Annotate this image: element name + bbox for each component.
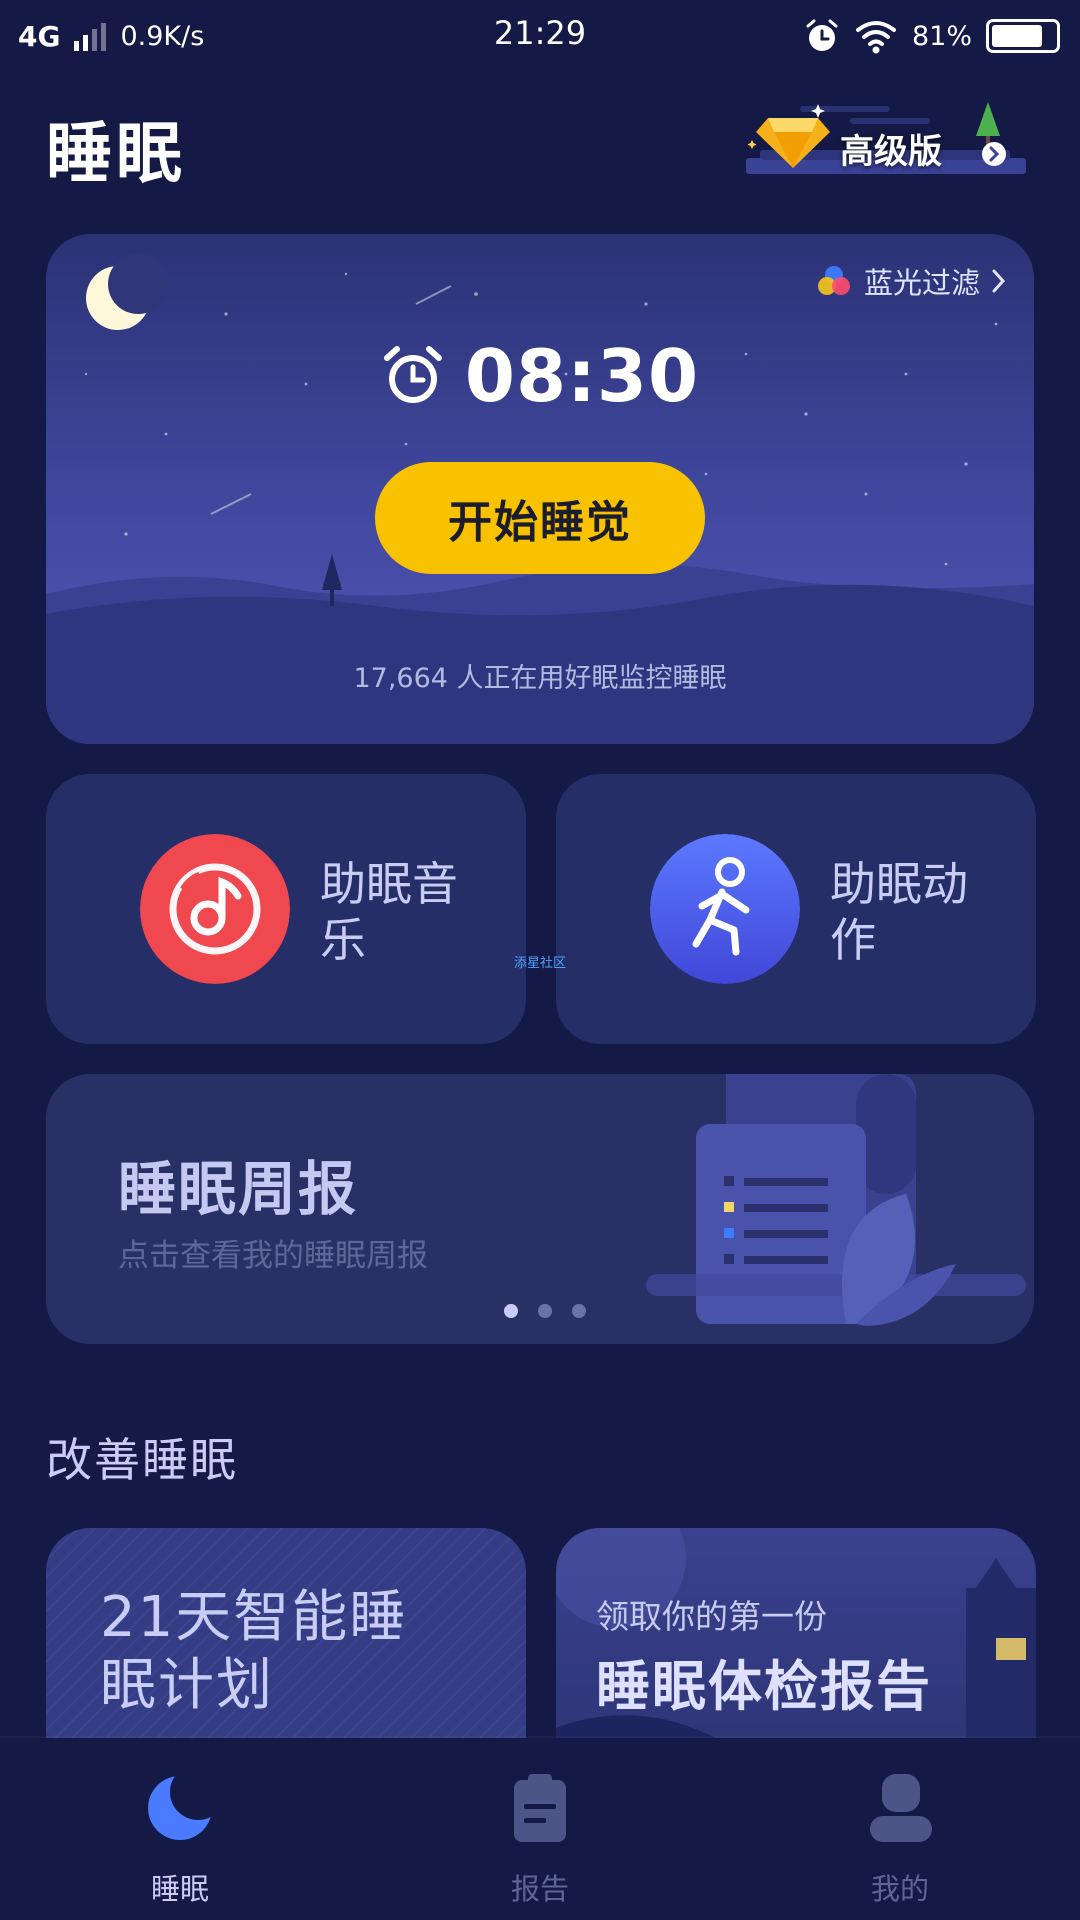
clipboard-icon xyxy=(514,1774,566,1842)
carousel-dot xyxy=(572,1304,586,1318)
sleep-app-screen: 4G 0.9K/s 21:29 81% 睡眠 高级版 蓝光过滤 08:30 开始… xyxy=(0,0,1080,1920)
improve-sleep-heading: 改善睡眠 xyxy=(46,1433,238,1487)
status-bar: 4G 0.9K/s 21:29 81% xyxy=(0,0,1080,70)
sleep-exam-subtitle: 领取你的第一份 xyxy=(596,1597,827,1636)
report-document-illustration xyxy=(646,1074,1026,1326)
weekly-report-subtitle: 点击查看我的睡眠周报 xyxy=(118,1238,428,1274)
premium-button[interactable]: 高级版 xyxy=(740,96,1030,182)
moon-icon xyxy=(148,1768,220,1840)
sleep-exercise-tile[interactable]: 助眠动作 xyxy=(556,774,1036,1044)
active-users-text: 17,664 人正在用好眠监控睡眠 xyxy=(353,663,727,694)
premium-label: 高级版 xyxy=(840,132,942,172)
sleep-exam-title: 睡眠体检报告 xyxy=(596,1655,932,1718)
sleep-plan-title: 21天智能睡眠计划 xyxy=(100,1585,408,1718)
nav-tab-profile[interactable]: 我的 xyxy=(720,1738,1080,1920)
moon-illustration-icon xyxy=(86,254,168,330)
nav-tab-report[interactable]: 报告 xyxy=(360,1738,720,1920)
nav-tab-sleep[interactable]: 睡眠 xyxy=(0,1738,360,1920)
nav-tab-sleep-label: 睡眠 xyxy=(150,1872,209,1906)
nav-tab-report-label: 报告 xyxy=(510,1872,569,1906)
sleep-music-label: 助眠音乐 xyxy=(320,857,458,967)
sleep-music-tile[interactable]: 助眠音乐 xyxy=(46,774,526,1044)
user-icon xyxy=(870,1774,932,1842)
sleep-exercise-label: 助眠动作 xyxy=(830,857,968,967)
page-title: 睡眠 xyxy=(46,115,186,192)
alarm-time: 08:30 xyxy=(464,334,700,418)
music-note-icon xyxy=(140,834,290,984)
wifi-icon xyxy=(855,21,896,54)
battery-icon xyxy=(986,19,1060,53)
sleep-card: 蓝光过滤 08:30 开始睡觉 17,664 人正在用好眠监控睡眠 xyxy=(46,234,1034,744)
watermark-text: 添星社区 xyxy=(514,956,567,971)
battery-percent: 81% xyxy=(911,20,972,52)
start-sleep-button[interactable]: 开始睡觉 xyxy=(375,462,705,574)
bottom-nav: 睡眠 报告 我的 xyxy=(0,1738,1080,1920)
carousel-dot xyxy=(538,1304,552,1318)
chevron-right-icon xyxy=(992,269,1006,293)
blue-light-filter-link[interactable]: 蓝光过滤 xyxy=(814,260,1008,302)
carousel-dot-active xyxy=(504,1304,518,1318)
status-right: 81% xyxy=(804,14,1060,58)
weekly-report-banner[interactable]: 睡眠周报 点击查看我的睡眠周报 xyxy=(46,1074,1034,1344)
running-figure-icon xyxy=(650,834,800,984)
carousel-indicator xyxy=(504,1304,586,1318)
alarm-setting[interactable]: 08:30 xyxy=(46,334,1034,418)
nav-tab-profile-label: 我的 xyxy=(870,1872,929,1906)
alarm-status-icon xyxy=(806,19,838,51)
blue-light-filter-label: 蓝光过滤 xyxy=(863,266,980,300)
alarm-clock-icon xyxy=(383,346,442,403)
weekly-report-title: 睡眠周报 xyxy=(118,1155,359,1223)
color-filter-icon xyxy=(817,266,850,295)
